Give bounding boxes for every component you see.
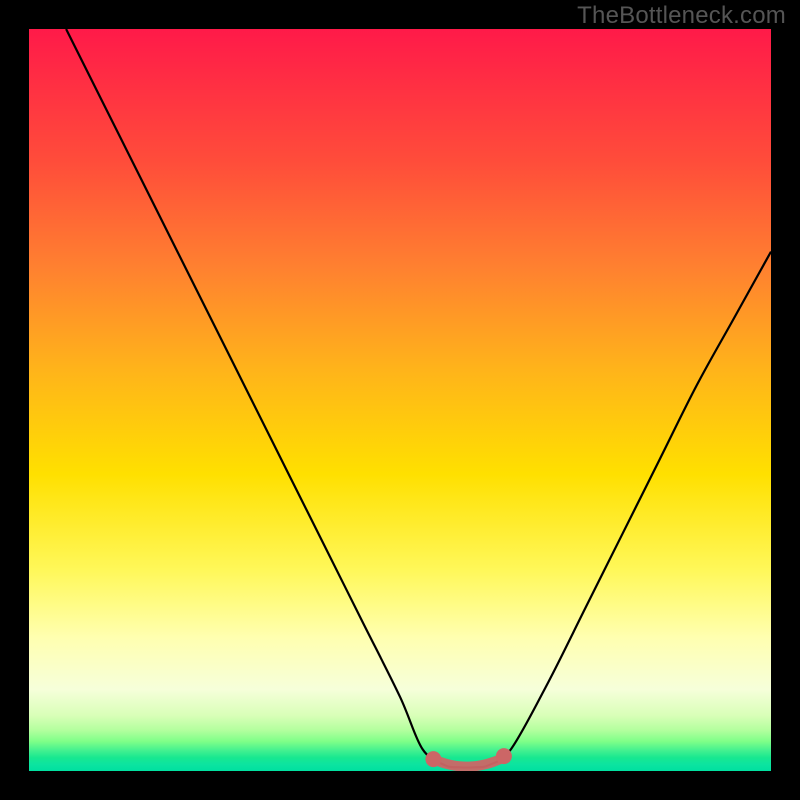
plot-area (29, 29, 771, 771)
optimal-range-band (433, 756, 503, 766)
chart-frame: TheBottleneck.com (0, 0, 800, 800)
optimal-range-start-dot (425, 751, 441, 767)
optimal-range-end-dot (496, 748, 512, 764)
chart-svg (29, 29, 771, 771)
bottleneck-curve (66, 29, 771, 768)
watermark-text: TheBottleneck.com (577, 2, 786, 30)
